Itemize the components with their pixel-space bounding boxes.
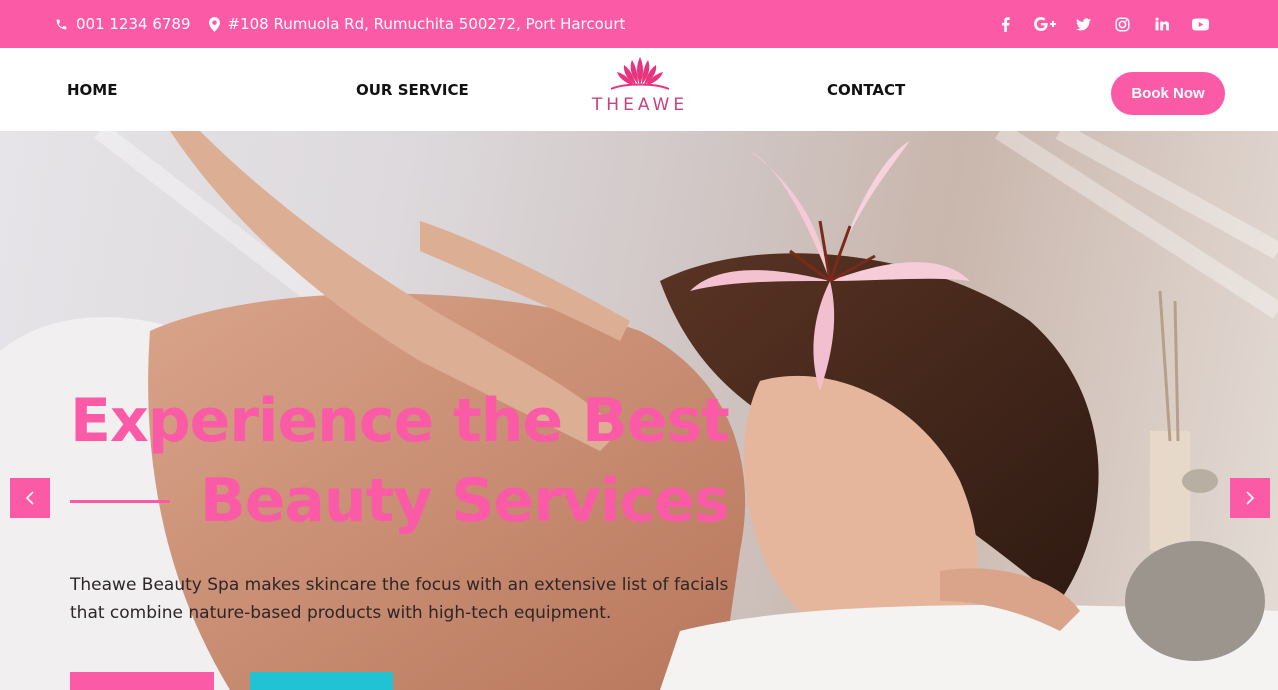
slider-prev-button[interactable]	[10, 478, 50, 518]
phone-number: 001 1234 6789	[76, 15, 191, 33]
hero-title-line1: Experience the Best	[70, 386, 730, 456]
nav-our-service[interactable]: OUR SERVICE	[356, 48, 469, 131]
contact-info: 001 1234 6789 #108 Rumuola Rd, Rumuchita…	[55, 0, 625, 48]
top-bar: 001 1234 6789 #108 Rumuola Rd, Rumuchita…	[0, 0, 1278, 48]
hero-secondary-button[interactable]	[250, 672, 393, 690]
hero-slider: Experience the Best Beauty Services Thea…	[0, 131, 1278, 690]
nav-contact[interactable]: CONTACT	[827, 48, 905, 131]
hero-title-line2-wrap: Beauty Services	[70, 461, 729, 541]
hero-primary-button[interactable]	[70, 672, 214, 690]
map-marker-icon	[208, 16, 220, 32]
nav-home[interactable]: HOME	[67, 48, 117, 131]
title-dash	[70, 499, 170, 503]
chevron-right-icon	[1246, 491, 1255, 505]
hero-title: Experience the Best Beauty Services	[70, 381, 730, 541]
linkedin-icon[interactable]	[1142, 17, 1181, 31]
address-item[interactable]: #108 Rumuola Rd, Rumuchita 500272, Port …	[208, 15, 626, 33]
slider-next-button[interactable]	[1230, 478, 1270, 518]
phone-item[interactable]: 001 1234 6789	[55, 15, 191, 33]
book-now-button[interactable]: Book Now	[1111, 72, 1225, 115]
hero-description: Theawe Beauty Spa makes skincare the foc…	[70, 575, 729, 623]
google-plus-icon[interactable]	[1025, 17, 1064, 31]
instagram-icon[interactable]	[1103, 17, 1142, 32]
phone-icon	[56, 19, 67, 29]
address-text: #108 Rumuola Rd, Rumuchita 500272, Port …	[227, 15, 626, 33]
lotus-logo-icon	[610, 57, 670, 90]
social-links	[986, 0, 1220, 48]
twitter-icon[interactable]	[1064, 17, 1103, 31]
youtube-icon[interactable]	[1181, 17, 1220, 31]
hero-title-line2: Beauty Services	[200, 466, 729, 536]
site-logo[interactable]: THEAWE	[590, 53, 690, 123]
facebook-icon[interactable]	[986, 16, 1025, 32]
chevron-left-icon	[25, 491, 34, 505]
logo-text: THEAWE	[591, 95, 689, 115]
main-header: HOME OUR SERVICE THEAWE CONTACT Book Now	[0, 48, 1278, 131]
